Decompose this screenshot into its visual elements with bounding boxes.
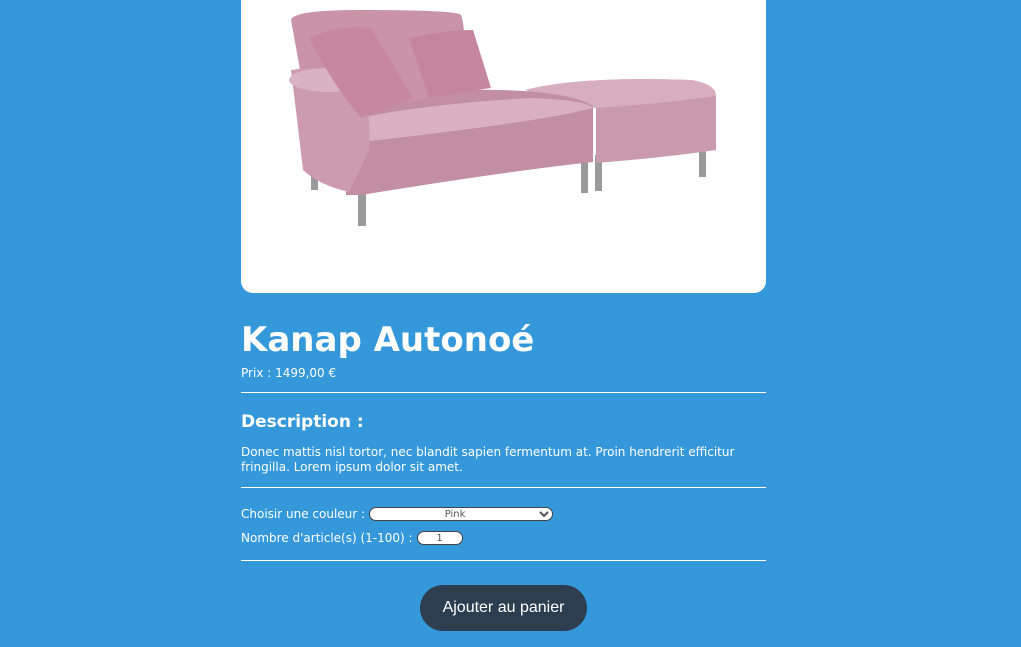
- quantity-label: Nombre d'article(s) (1-100) :: [241, 531, 413, 545]
- color-label: Choisir une couleur :: [241, 507, 366, 521]
- description-text: Donec mattis nisl tortor, nec blandit sa…: [241, 445, 735, 474]
- color-select[interactable]: Pink: [369, 507, 554, 521]
- divider: [241, 487, 766, 488]
- divider: [241, 392, 766, 393]
- product-title: Kanap Autonoé: [241, 320, 535, 360]
- color-option-row: Choisir une couleur : Pink: [241, 506, 554, 522]
- divider: [241, 560, 766, 561]
- quantity-option-row: Nombre d'article(s) (1-100) :: [241, 530, 463, 546]
- product-page: Kanap Autonoé Prix : 1499,00 € Descripti…: [0, 0, 1021, 647]
- quantity-input[interactable]: [416, 531, 463, 545]
- product-price: Prix : 1499,00 €: [241, 366, 337, 380]
- add-to-cart-button[interactable]: Ajouter au panier: [420, 585, 587, 631]
- sofa-image: [289, 10, 716, 226]
- description-heading: Description :: [241, 412, 364, 432]
- product-image-card: [241, 0, 766, 293]
